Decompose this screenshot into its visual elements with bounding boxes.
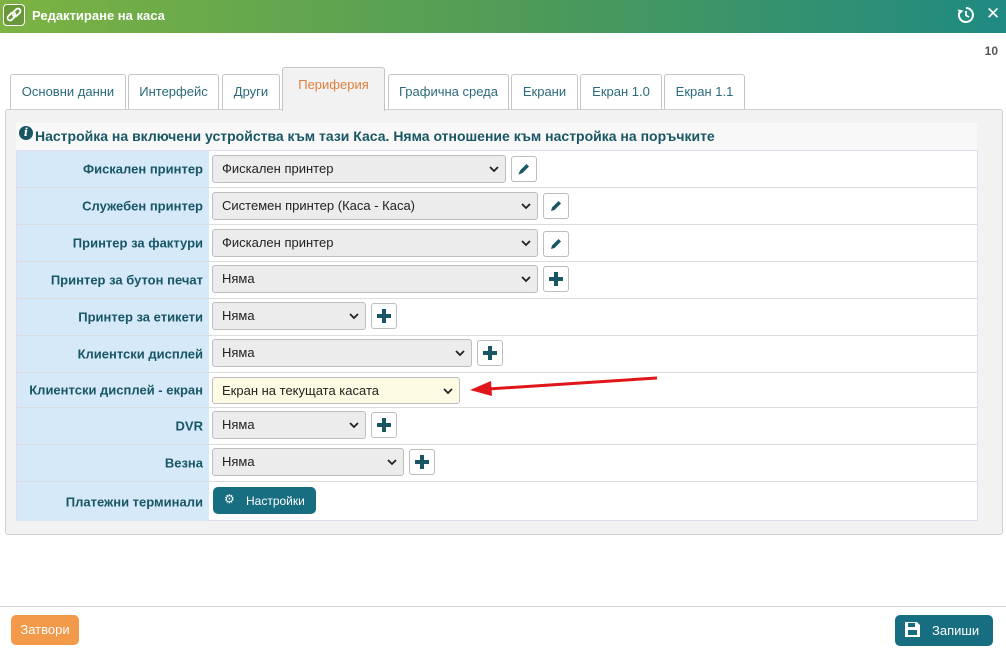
customer-display-select[interactable]: Няма [212,339,472,367]
footer-divider [0,606,1006,607]
edit-button[interactable] [543,231,569,257]
chevron-down-icon [443,388,453,395]
row-label: Клиентски дисплей - екран [17,373,209,407]
plus-icon [377,418,391,432]
tab-basic-data[interactable]: Основни данни [10,74,126,110]
table-row: Служебен принтер Системен принтер (Каса … [17,188,977,225]
service-printer-select[interactable]: Системен принтер (Каса - Каса) [212,192,538,220]
add-button[interactable] [543,266,569,292]
chevron-down-icon [521,240,531,247]
window-titlebar: Редактиране на каса ✕ [0,0,1006,33]
row-label: Служебен принтер [17,188,209,224]
fiscal-printer-select[interactable]: Фискален принтер [212,155,506,183]
pencil-icon [551,239,561,249]
link-icon [3,4,25,26]
tab-screens[interactable]: Екрани [511,74,578,110]
pencil-icon [551,201,561,211]
edit-button[interactable] [511,156,537,182]
plus-icon [377,309,391,323]
table-row: Принтер за етикети Няма [17,299,977,336]
gear-icon: ⚙ [224,492,235,506]
pencil-icon [518,164,529,175]
tab-screen-1-0[interactable]: Екран 1.0 [580,74,662,110]
row-label: Платежни терминали [17,482,209,521]
close-icon[interactable]: ✕ [986,4,1000,24]
table-row: Фискален принтер Фискален принтер [17,151,977,188]
table-row: DVR Няма [17,408,977,445]
info-bar: i Настройка на включени устройства към т… [16,123,977,150]
floppy-disk-icon [905,622,920,637]
info-icon: i [19,126,33,140]
invoice-printer-select[interactable]: Фискален принтер [212,229,538,257]
row-label: Принтер за етикети [17,299,209,335]
chevron-down-icon [349,313,359,320]
chevron-down-icon [489,166,499,173]
chevron-down-icon [387,459,397,466]
add-button[interactable] [477,340,503,366]
row-label: Везна [17,445,209,481]
row-label: DVR [17,408,209,444]
chevron-down-icon [455,350,465,357]
plus-icon [483,346,497,360]
row-label: Клиентски дисплей [17,336,209,372]
table-row: Платежни терминали ⚙ Настройки [17,482,977,521]
chevron-down-icon [521,276,531,283]
table-row: Везна Няма [17,445,977,482]
scale-select[interactable]: Няма [212,448,404,476]
info-text: Настройка на включени устройства към таз… [35,128,715,144]
label-printer-select[interactable]: Няма [212,302,366,330]
row-label: Принтер за фактури [17,225,209,261]
add-button[interactable] [409,449,435,475]
close-button[interactable]: Затвори [11,615,79,645]
record-number: 10 [984,44,998,58]
tab-interface[interactable]: Интерфейс [128,74,219,110]
print-button-printer-select[interactable]: Няма [212,265,538,293]
peripherals-table: Фискален принтер Фискален принтер Служеб… [16,150,978,521]
table-row: Клиентски дисплей Няма [17,336,977,373]
annotation-arrow [470,376,658,396]
row-label: Фискален принтер [17,151,209,187]
edit-button[interactable] [543,193,569,219]
chevron-down-icon [521,203,531,210]
history-icon[interactable] [957,6,975,24]
row-label: Принтер за бутон печат [17,262,209,298]
tab-graphic-environment[interactable]: Графична среда [388,74,509,110]
save-button[interactable]: Запиши [895,615,993,646]
customer-display-screen-select[interactable]: Екран на текущата касата [212,377,460,404]
chevron-down-icon [349,422,359,429]
window-title: Редактиране на каса [32,8,165,23]
plus-icon [549,272,563,286]
dvr-select[interactable]: Няма [212,411,366,439]
tab-peripherals[interactable]: Периферия [282,67,385,111]
add-button[interactable] [371,303,397,329]
add-button[interactable] [371,412,397,438]
plus-icon [415,455,429,469]
table-row: Принтер за бутон печат Няма [17,262,977,299]
payment-terminals-settings-button[interactable]: ⚙ Настройки [213,487,316,514]
tab-other[interactable]: Други [222,74,280,110]
tab-screen-1-1[interactable]: Екран 1.1 [664,74,745,110]
table-row: Принтер за фактури Фискален принтер [17,225,977,262]
